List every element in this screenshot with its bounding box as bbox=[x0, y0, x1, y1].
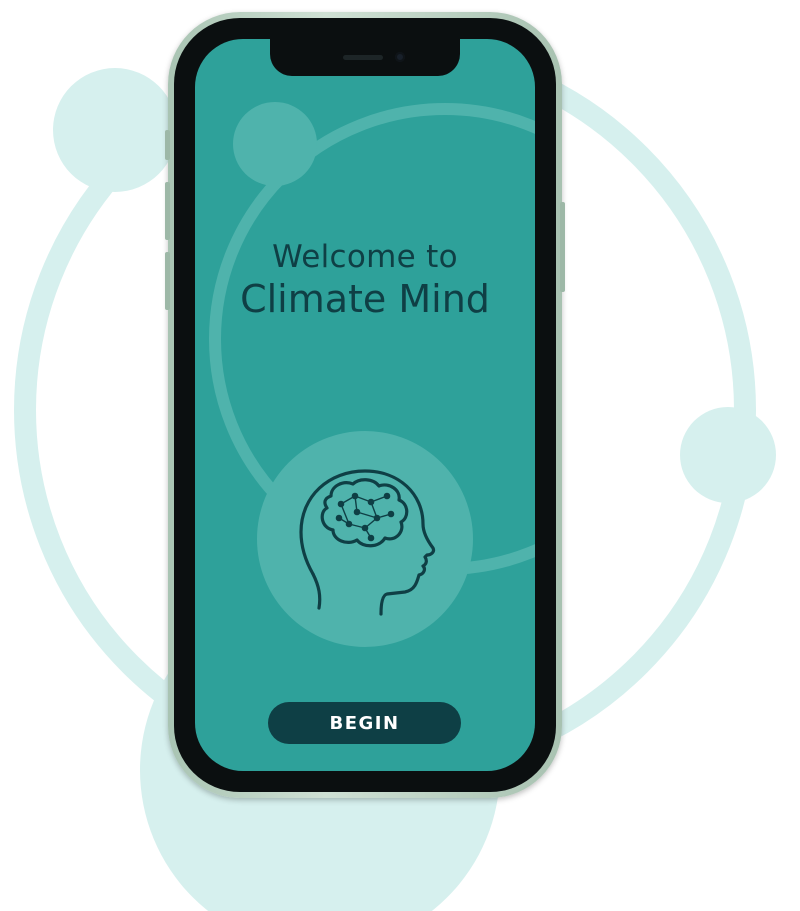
head-neck-line bbox=[311, 572, 322, 610]
phone-notch bbox=[270, 39, 460, 76]
orbit-bubble-right bbox=[680, 407, 776, 503]
screen-bubble-top bbox=[233, 102, 317, 186]
head-with-brain-icon bbox=[299, 469, 436, 616]
brain-outline bbox=[320, 478, 409, 548]
head-profile-outline bbox=[299, 469, 436, 616]
begin-button[interactable]: BEGIN bbox=[268, 702, 461, 744]
phone-device: Welcome to Climate Mind BEGIN bbox=[165, 12, 565, 798]
app-store-screenshot: Welcome to Climate Mind BEGIN bbox=[0, 0, 800, 911]
phone-power-button bbox=[560, 202, 565, 292]
app-screen: Welcome to Climate Mind BEGIN bbox=[195, 39, 535, 771]
phone-camera bbox=[395, 52, 405, 62]
welcome-line-1: Welcome to bbox=[272, 239, 458, 275]
phone-volume-up-button bbox=[165, 182, 170, 240]
phone-speaker bbox=[343, 55, 383, 60]
phone-volume-down-button bbox=[165, 252, 170, 310]
phone-mute-switch bbox=[165, 130, 170, 160]
orbit-bubble-top-left bbox=[53, 68, 177, 192]
app-name-title: Climate Mind bbox=[240, 277, 490, 321]
screen-orbit-decoration bbox=[209, 102, 535, 647]
welcome-heading: Welcome to Climate Mind bbox=[195, 239, 535, 321]
